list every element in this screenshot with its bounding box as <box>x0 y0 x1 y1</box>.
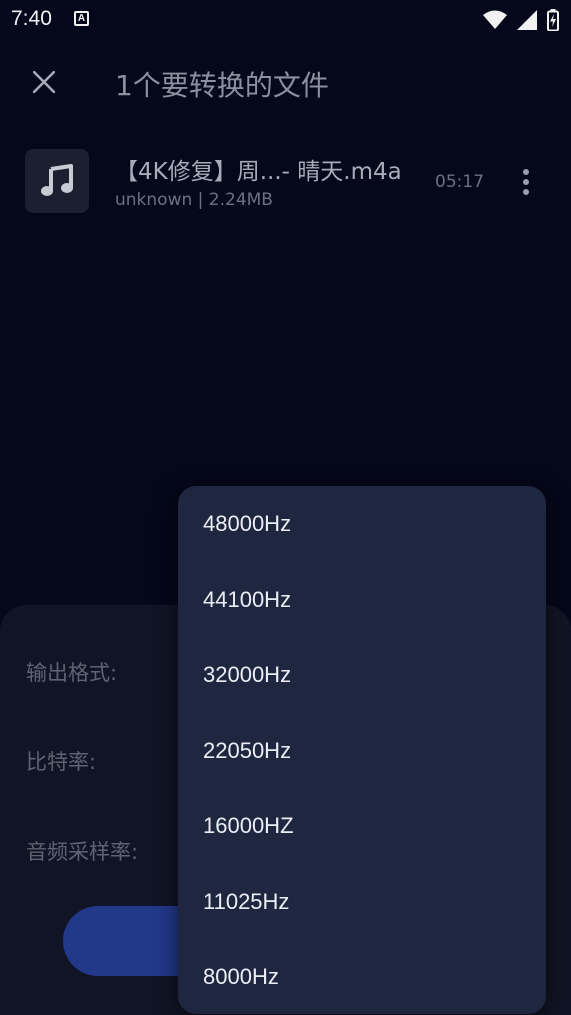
dropdown-option-11025[interactable]: 11025Hz <box>178 866 546 938</box>
sample-rate-dropdown: 48000Hz 44100Hz 32000Hz 22050Hz 16000HZ … <box>178 486 546 1014</box>
status-bar: 7:40 A <box>0 0 571 40</box>
sample-rate-label: 音频采样率: <box>26 840 139 864</box>
bitrate-label: 比特率: <box>26 750 97 774</box>
file-duration: 05:17 <box>435 172 484 192</box>
status-icons <box>483 8 559 32</box>
battery-charging-icon <box>547 9 559 31</box>
wifi-icon <box>483 10 507 29</box>
output-format-label: 输出格式: <box>26 661 118 685</box>
file-name: 【4K修复】周...- 晴天.m4a <box>115 159 402 185</box>
app-bar: 1个要转换的文件 <box>0 50 571 116</box>
close-button[interactable] <box>24 62 64 102</box>
more-options-button[interactable] <box>511 162 541 202</box>
notification-icon: A <box>74 11 89 26</box>
screen: 7:40 A 1个要转换的文件 【4K修复】周...- 晴天.m4a unkno… <box>0 0 571 1015</box>
close-icon <box>33 71 55 93</box>
page-title: 1个要转换的文件 <box>115 69 329 102</box>
dropdown-option-44100[interactable]: 44100Hz <box>178 564 546 636</box>
dropdown-option-32000[interactable]: 32000Hz <box>178 639 546 711</box>
dropdown-option-8000[interactable]: 8000Hz <box>178 941 546 1013</box>
dropdown-option-22050[interactable]: 22050Hz <box>178 715 546 787</box>
dropdown-option-48000[interactable]: 48000Hz <box>178 488 546 560</box>
status-time: 7:40 <box>11 7 52 30</box>
file-meta: unknown | 2.24MB <box>115 190 273 210</box>
cellular-signal-icon <box>517 10 537 30</box>
music-note-icon <box>41 164 73 196</box>
file-thumbnail <box>25 149 89 213</box>
dropdown-option-16000[interactable]: 16000HZ <box>178 790 546 862</box>
more-vert-icon <box>523 169 529 175</box>
file-list-item[interactable]: 【4K修复】周...- 晴天.m4a unknown | 2.24MB 05:1… <box>0 140 571 224</box>
